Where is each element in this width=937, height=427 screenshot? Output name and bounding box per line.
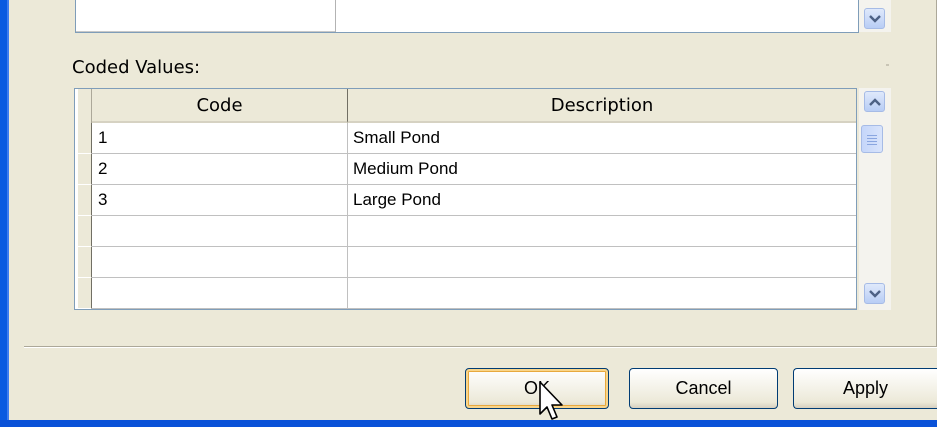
mouse-pointer-icon <box>539 381 563 420</box>
grid-scroll-up-button[interactable] <box>864 91 885 112</box>
thumb-grip <box>867 141 877 142</box>
row-selector[interactable] <box>75 247 92 278</box>
thumb-grip <box>867 138 877 139</box>
code-cell[interactable] <box>92 247 348 278</box>
chevron-down-icon <box>868 289 881 298</box>
upper-grid-partial <box>75 0 859 33</box>
table-row[interactable]: 3 Large Pond <box>75 185 856 216</box>
upper-grid-scroll-down-button[interactable] <box>864 8 885 29</box>
resize-dot <box>886 64 889 66</box>
cancel-button[interactable]: Cancel <box>629 368 778 409</box>
grid-scrollbar[interactable] <box>859 88 891 310</box>
table-row[interactable]: 2 Medium Pond <box>75 154 856 185</box>
grid-scroll-thumb[interactable] <box>861 125 883 153</box>
table-row[interactable] <box>75 216 856 247</box>
code-cell[interactable]: 2 <box>92 154 348 185</box>
upper-grid-column-divider <box>335 0 336 32</box>
window-left-border <box>0 0 9 427</box>
apply-button[interactable]: Apply <box>793 368 937 409</box>
code-cell[interactable]: 3 <box>92 185 348 216</box>
window-bottom-border <box>0 420 937 427</box>
upper-grid-row-line <box>76 31 335 32</box>
column-header-description[interactable]: Description <box>348 89 856 123</box>
table-row[interactable] <box>75 278 856 309</box>
chevron-down-icon <box>868 14 881 23</box>
description-cell[interactable]: Large Pond <box>348 185 856 216</box>
chevron-up-icon <box>868 97 881 106</box>
row-selector[interactable] <box>75 154 92 185</box>
table-row[interactable]: 1 Small Pond <box>75 123 856 154</box>
column-header-code[interactable]: Code <box>92 89 348 123</box>
coded-values-label: Coded Values: <box>72 57 201 78</box>
code-cell[interactable] <box>92 278 348 309</box>
thumb-grip <box>867 135 877 136</box>
description-cell[interactable]: Small Pond <box>348 123 856 154</box>
description-cell[interactable] <box>348 278 856 309</box>
coded-values-grid[interactable]: Code Description 1 Small Pond 2 Medium P… <box>74 88 857 310</box>
grid-scroll-down-button[interactable] <box>864 283 885 304</box>
row-selector[interactable] <box>75 123 92 154</box>
row-selector[interactable] <box>75 278 92 309</box>
thumb-grip <box>867 144 877 145</box>
description-cell[interactable] <box>348 216 856 247</box>
row-selector[interactable] <box>75 216 92 247</box>
description-cell[interactable]: Medium Pond <box>348 154 856 185</box>
grid-header-corner[interactable] <box>75 89 92 123</box>
description-cell[interactable] <box>348 247 856 278</box>
row-selector[interactable] <box>75 185 92 216</box>
table-row[interactable] <box>75 247 856 278</box>
code-cell[interactable] <box>92 216 348 247</box>
code-cell[interactable]: 1 <box>92 123 348 154</box>
ok-button[interactable]: OK <box>465 368 609 409</box>
